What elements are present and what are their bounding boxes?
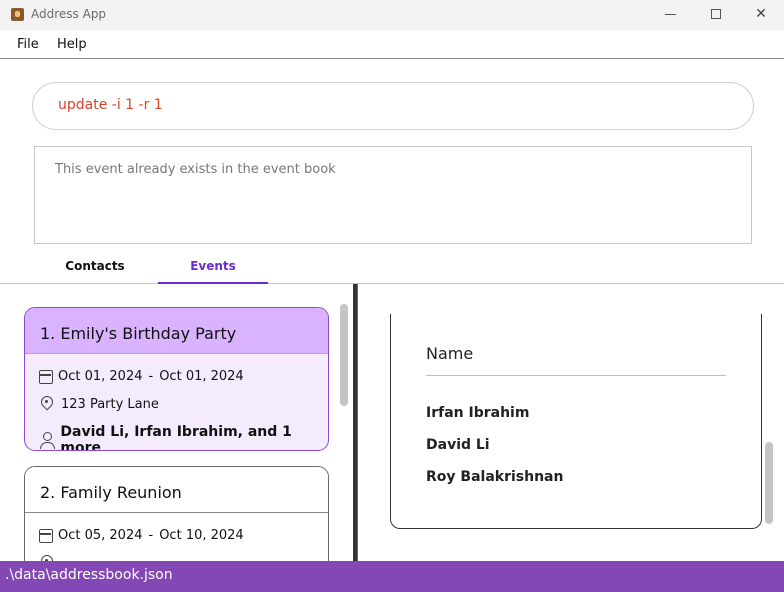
date-separator: -: [148, 528, 154, 543]
minimize-icon: [665, 14, 676, 15]
command-input[interactable]: update -i 1 -r 1: [32, 82, 754, 130]
event-people-text: David Li, Irfan Ibrahim, and 1 more: [60, 424, 292, 451]
attendees-panel: Name Irfan Ibrahim David Li Roy Balakris…: [358, 284, 784, 561]
tab-bar: Contacts Events: [0, 252, 784, 284]
event-attendees-summary: David Li, Irfan Ibrahim, and 1 more: [39, 424, 328, 451]
event-location: 123 Party Lane: [39, 396, 159, 413]
result-display[interactable]: This event already exists in the event b…: [34, 146, 752, 244]
event-card[interactable]: 2. Family Reunion Oct 05, 2024 - Oct 10,…: [24, 466, 329, 561]
event-card[interactable]: 1. Emily's Birthday Party Oct 01, 2024 -…: [24, 307, 329, 451]
app-window: Address App ✕ File Help update -i 1 -r 1…: [0, 0, 784, 592]
location-pin-icon: [39, 396, 56, 413]
split-pane-divider[interactable]: [351, 284, 358, 561]
attendees-scrollbar[interactable]: [765, 442, 773, 524]
event-dates: Oct 05, 2024 - Oct 10, 2024: [39, 528, 244, 543]
event-start-date: Oct 05, 2024: [58, 528, 143, 543]
command-text: update -i 1 -r 1: [58, 97, 163, 113]
menu-file[interactable]: File: [17, 37, 39, 52]
tab-contacts[interactable]: Contacts: [40, 259, 150, 284]
tab-events[interactable]: Events: [158, 259, 268, 284]
result-message: This event already exists in the event b…: [55, 162, 336, 177]
attendee-row[interactable]: Irfan Ibrahim: [426, 405, 529, 421]
calendar-icon: [39, 370, 53, 384]
close-button[interactable]: ✕: [738, 0, 784, 30]
attendees-table: Name Irfan Ibrahim David Li Roy Balakris…: [390, 314, 762, 529]
menu-help[interactable]: Help: [57, 37, 87, 52]
calendar-icon: [39, 529, 53, 543]
app-icon: [11, 8, 24, 21]
save-file-path: .\data\addressbook.json: [5, 567, 173, 583]
event-list-scrollbar[interactable]: [340, 304, 348, 406]
menu-bar: File Help: [0, 30, 784, 59]
event-title: 1. Emily's Birthday Party: [25, 308, 328, 354]
header-divider: [426, 375, 726, 376]
maximize-button[interactable]: [693, 0, 739, 30]
event-end-date: Oct 10, 2024: [159, 528, 244, 543]
attendee-row[interactable]: Roy Balakrishnan: [426, 469, 563, 485]
status-bar: .\data\addressbook.json: [0, 561, 784, 592]
window-title: Address App: [31, 7, 107, 21]
attendee-row[interactable]: David Li: [426, 437, 490, 453]
event-dates: Oct 01, 2024 - Oct 01, 2024: [39, 369, 244, 384]
close-icon: ✕: [755, 6, 767, 22]
title-bar: Address App ✕: [0, 0, 784, 30]
date-separator: -: [148, 369, 154, 384]
event-list-panel: 1. Emily's Birthday Party Oct 01, 2024 -…: [0, 284, 351, 561]
event-start-date: Oct 01, 2024: [58, 369, 143, 384]
attendees-column-header: Name: [426, 344, 474, 363]
event-end-date: Oct 01, 2024: [159, 369, 244, 384]
event-location-text: 123 Party Lane: [61, 397, 159, 412]
event-title: 2. Family Reunion: [25, 467, 328, 513]
minimize-button[interactable]: [648, 0, 694, 30]
person-icon: [39, 431, 56, 449]
maximize-icon: [711, 9, 721, 19]
